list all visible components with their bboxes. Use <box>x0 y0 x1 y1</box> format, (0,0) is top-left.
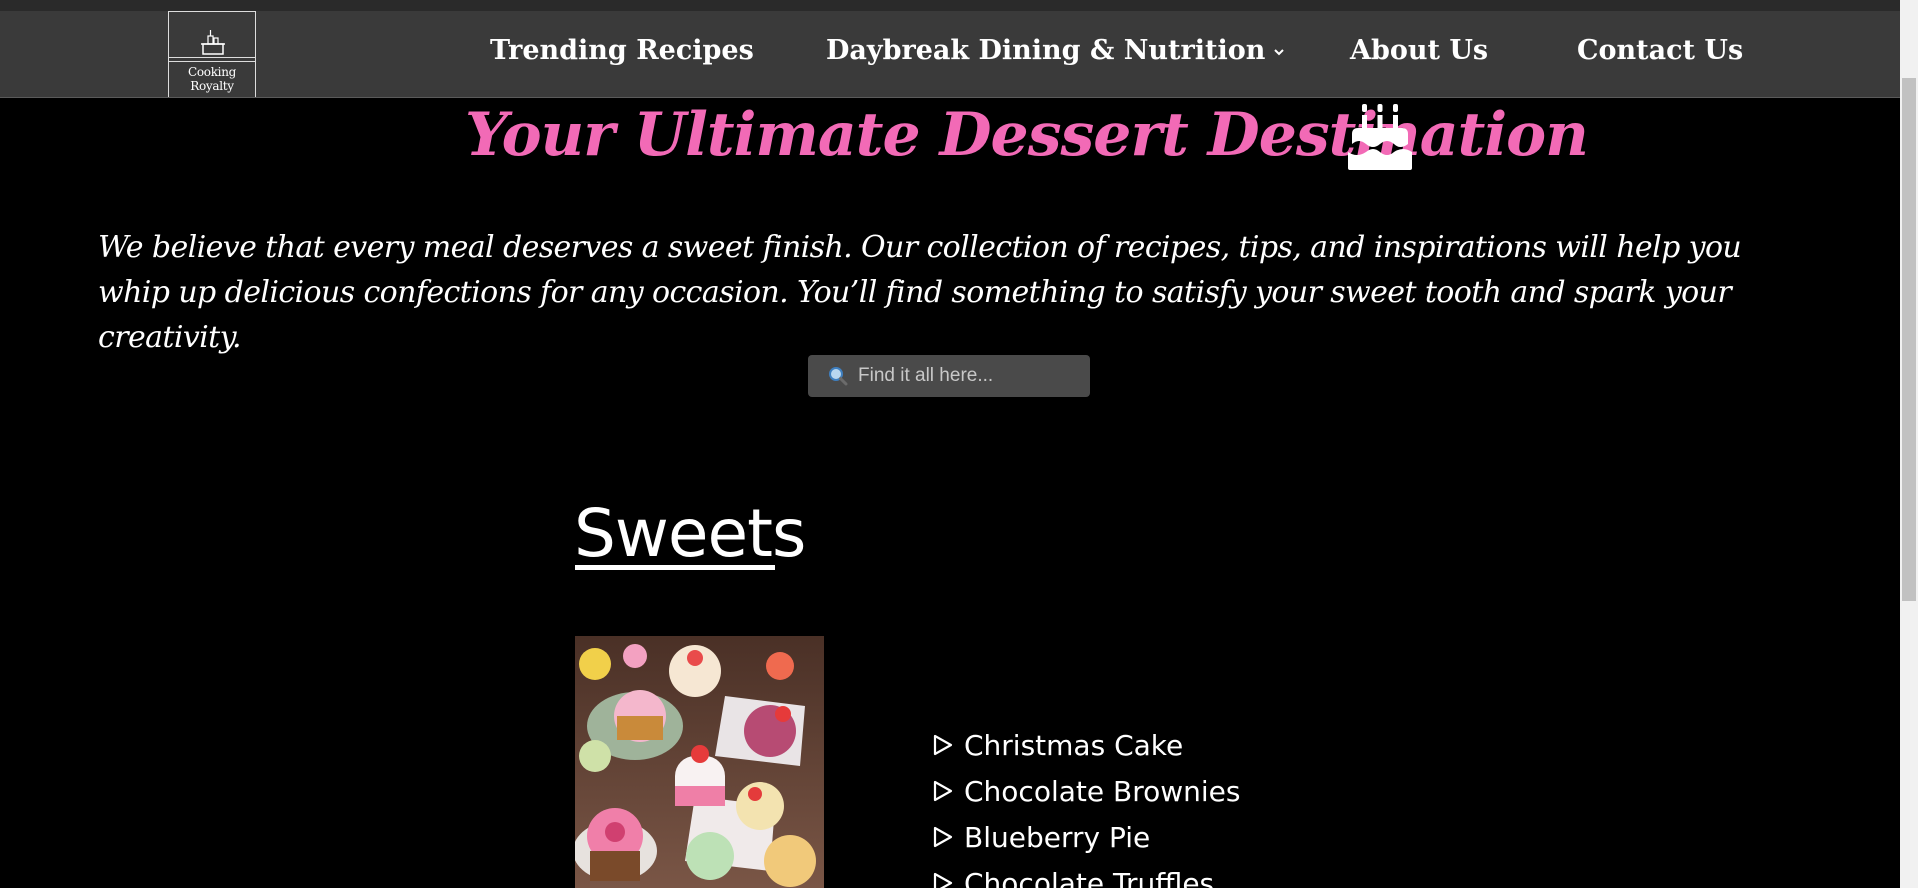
recipe-item-label: Chocolate Truffles <box>964 866 1215 888</box>
browser-top-strip <box>0 0 1900 11</box>
sweets-illustration <box>575 636 824 888</box>
logo-rule-top <box>169 57 255 58</box>
sweets-image <box>575 636 824 888</box>
triangle-right-icon <box>933 780 953 802</box>
cooking-pot-icon <box>201 30 225 55</box>
triangle-right-icon <box>933 872 953 888</box>
section-title-sweets: Sweets <box>574 495 806 572</box>
recipe-list: Christmas Cake Chocolate Brownies Bluebe… <box>932 722 1240 888</box>
nav-daybreak-dining[interactable]: Daybreak Dining & Nutrition <box>826 35 1285 66</box>
recipe-item-christmas-cake[interactable]: Christmas Cake <box>932 722 1240 768</box>
search-input[interactable] <box>858 365 1078 387</box>
recipe-item-chocolate-truffles[interactable]: Chocolate Truffles <box>932 860 1240 888</box>
logo-text: Cooking Royalty <box>187 65 237 93</box>
vertical-scrollbar[interactable] <box>1900 0 1918 888</box>
search-icon <box>829 367 848 386</box>
nav-contact-us[interactable]: Contact Us <box>1577 35 1743 66</box>
recipe-item-label: Christmas Cake <box>964 728 1184 762</box>
recipe-item-blueberry-pie[interactable]: Blueberry Pie <box>932 814 1240 860</box>
navbar: Cooking Royalty Trending Recipes Daybrea… <box>0 11 1900 98</box>
logo[interactable]: Cooking Royalty <box>168 11 256 97</box>
nav-about-us[interactable]: About Us <box>1350 35 1488 66</box>
intro-paragraph: We believe that every meal deserves a sw… <box>98 230 1742 355</box>
hero-title: Your Ultimate Dessert Destination <box>465 100 1589 170</box>
scrollbar-thumb[interactable] <box>1902 78 1916 601</box>
search-box[interactable] <box>808 355 1090 397</box>
page: Cooking Royalty Trending Recipes Daybrea… <box>0 0 1918 888</box>
recipe-item-label: Blueberry Pie <box>964 820 1151 854</box>
birthday-cake-icon <box>1348 104 1412 170</box>
triangle-right-icon <box>933 734 953 756</box>
nav-daybreak-dining-label: Daybreak Dining & Nutrition <box>826 35 1266 66</box>
triangle-right-icon <box>933 826 953 848</box>
recipe-item-chocolate-brownies[interactable]: Chocolate Brownies <box>932 768 1240 814</box>
recipe-item-label: Chocolate Brownies <box>964 774 1241 808</box>
chevron-down-icon <box>1274 48 1285 55</box>
nav-trending-recipes[interactable]: Trending Recipes <box>490 35 754 66</box>
section-title-underline <box>575 565 775 570</box>
logo-rule-bottom <box>169 61 255 62</box>
